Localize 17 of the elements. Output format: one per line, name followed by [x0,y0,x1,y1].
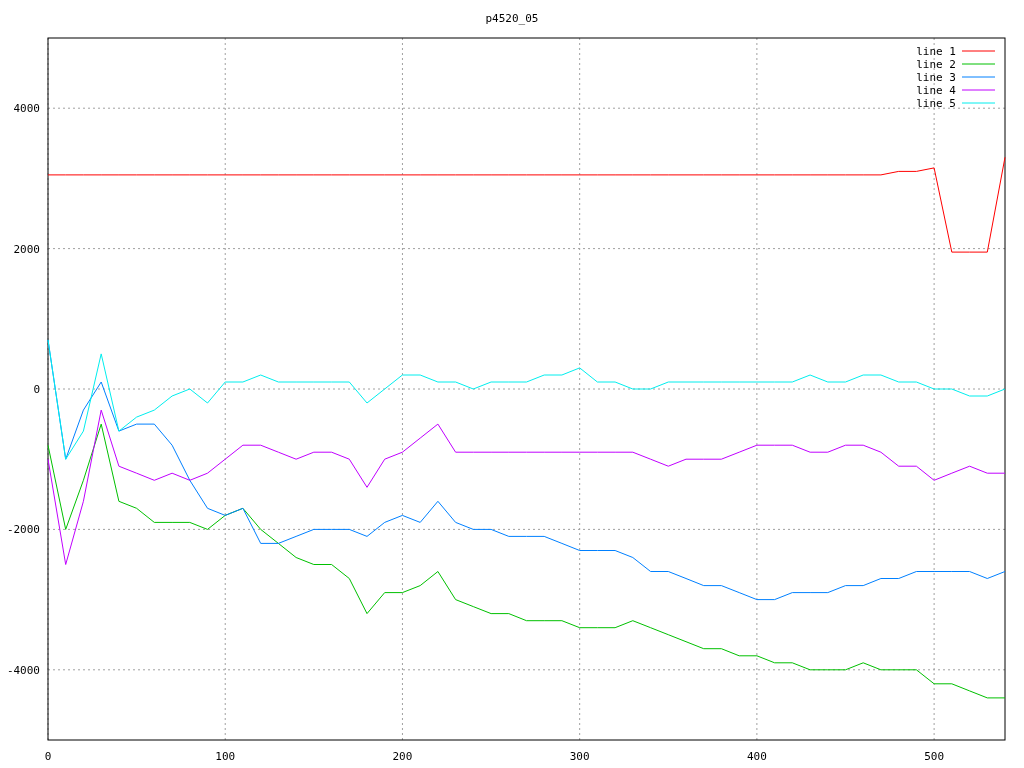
legend-label: line 5 [916,97,956,110]
x-tick-label: 200 [392,750,413,763]
x-tick-label: 400 [746,750,767,763]
chart-title: p4520_05 [485,12,539,25]
legend-label: line 2 [916,58,956,71]
x-tick-label: 300 [569,750,590,763]
legend-label: line 1 [916,45,956,58]
x-tick-label: 500 [924,750,945,763]
y-tick-label: 2000 [13,242,40,256]
y-tick-label: -4000 [6,663,40,677]
y-tick-label: -2000 [6,523,40,537]
x-tick-label: 0 [44,750,52,763]
y-tick-label: 0 [33,383,40,396]
legend-label: line 3 [916,71,956,84]
x-tick-label: 100 [215,750,236,763]
y-tick-label: 4000 [13,102,40,116]
legend-label: line 4 [916,84,956,97]
